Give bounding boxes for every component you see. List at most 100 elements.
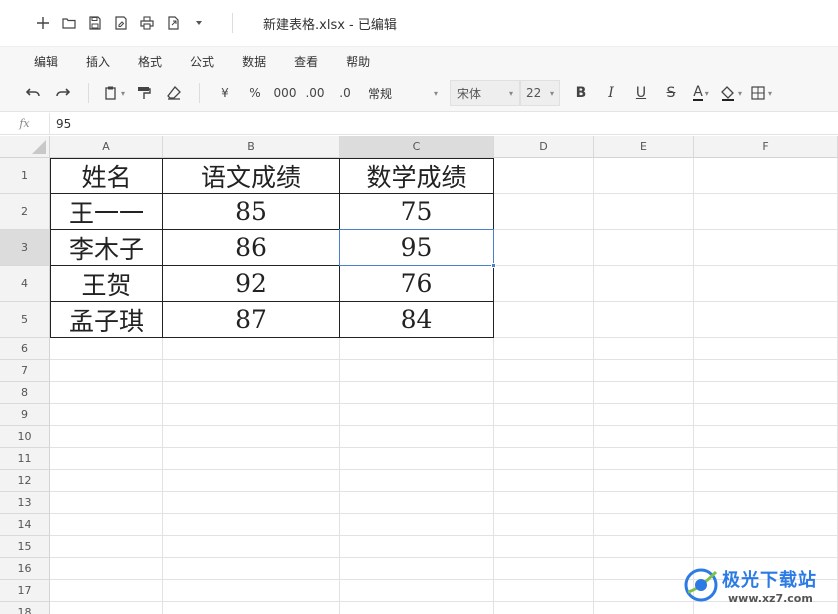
cell[interactable]	[594, 492, 694, 514]
cell[interactable]	[340, 404, 494, 426]
row-header-9[interactable]: 9	[0, 404, 50, 426]
cell[interactable]	[594, 382, 694, 404]
cell[interactable]	[494, 382, 594, 404]
row-header-14[interactable]: 14	[0, 514, 50, 536]
cell[interactable]	[50, 382, 163, 404]
cell[interactable]	[494, 492, 594, 514]
row-header-13[interactable]: 13	[0, 492, 50, 514]
format-painter-icon[interactable]	[131, 80, 157, 106]
table-header-cell[interactable]: 语文成绩	[163, 158, 340, 194]
cell[interactable]	[50, 602, 163, 614]
save-as-icon[interactable]	[108, 12, 134, 34]
cell[interactable]	[340, 426, 494, 448]
cell[interactable]	[340, 558, 494, 580]
redo-icon[interactable]	[50, 80, 76, 106]
decrease-decimal-button[interactable]: .0	[332, 80, 358, 106]
spreadsheet-grid[interactable]: A B C D E F 1 2 3 4 5 6 7 8 9 10 11 12 13 14 15 16 17 18 姓名 语文成绩数…	[0, 136, 838, 614]
fill-color-button[interactable]: ▾	[718, 80, 744, 106]
cell[interactable]	[163, 382, 340, 404]
cell[interactable]	[163, 558, 340, 580]
cell[interactable]	[494, 602, 594, 614]
cell[interactable]	[163, 580, 340, 602]
cell[interactable]	[594, 302, 694, 338]
cell[interactable]	[50, 558, 163, 580]
font-color-button[interactable]: A ▾	[688, 80, 714, 106]
cell[interactable]	[163, 338, 340, 360]
cell[interactable]	[50, 338, 163, 360]
table-cell[interactable]: 92	[163, 266, 340, 302]
cell[interactable]	[50, 580, 163, 602]
cell[interactable]	[694, 448, 838, 470]
row-header-11[interactable]: 11	[0, 448, 50, 470]
italic-button[interactable]: I	[598, 80, 624, 106]
export-icon[interactable]	[160, 12, 186, 34]
cell[interactable]	[594, 404, 694, 426]
font-family-select[interactable]: 宋体 ▾	[450, 80, 520, 106]
menu-item-insert[interactable]: 插入	[74, 53, 122, 70]
cell[interactable]	[163, 602, 340, 614]
thousands-button[interactable]: 000	[272, 80, 298, 106]
table-cell[interactable]: 孟子琪	[50, 302, 163, 338]
table-cell[interactable]: 76	[340, 266, 494, 302]
row-header-12[interactable]: 12	[0, 470, 50, 492]
cell[interactable]	[163, 470, 340, 492]
cell[interactable]	[163, 426, 340, 448]
cell[interactable]	[594, 470, 694, 492]
column-header-b[interactable]: B	[163, 136, 340, 158]
cell[interactable]	[494, 514, 594, 536]
table-header-cell[interactable]: 数学成绩	[340, 158, 494, 194]
cell[interactable]	[694, 194, 838, 230]
table-cell[interactable]: 84	[340, 302, 494, 338]
cell[interactable]	[163, 536, 340, 558]
cell[interactable]	[594, 514, 694, 536]
menu-item-help[interactable]: 帮助	[334, 53, 382, 70]
borders-button[interactable]: ▾	[748, 80, 774, 106]
row-header-5[interactable]: 5	[0, 302, 50, 338]
cell[interactable]	[50, 404, 163, 426]
menu-item-data[interactable]: 数据	[230, 53, 278, 70]
row-header-3[interactable]: 3	[0, 230, 50, 266]
cell[interactable]	[694, 470, 838, 492]
column-header-e[interactable]: E	[594, 136, 694, 158]
cell[interactable]	[594, 580, 694, 602]
cell[interactable]	[694, 266, 838, 302]
increase-decimal-button[interactable]: .00	[302, 80, 328, 106]
print-icon[interactable]	[134, 12, 160, 34]
cell[interactable]	[494, 470, 594, 492]
cell[interactable]	[50, 360, 163, 382]
cell[interactable]	[50, 536, 163, 558]
table-cell[interactable]: 75	[340, 194, 494, 230]
cell[interactable]	[594, 338, 694, 360]
cell[interactable]	[594, 194, 694, 230]
row-header-6[interactable]: 6	[0, 338, 50, 360]
cell[interactable]	[694, 158, 838, 194]
cell[interactable]	[594, 602, 694, 614]
table-cell[interactable]: 87	[163, 302, 340, 338]
cell[interactable]	[340, 580, 494, 602]
cell[interactable]	[494, 194, 594, 230]
column-header-c[interactable]: C	[340, 136, 494, 158]
row-header-8[interactable]: 8	[0, 382, 50, 404]
cell[interactable]	[494, 426, 594, 448]
table-cell[interactable]: 95	[340, 230, 494, 266]
row-header-15[interactable]: 15	[0, 536, 50, 558]
cell[interactable]	[340, 382, 494, 404]
percent-button[interactable]: %	[242, 80, 268, 106]
eraser-icon[interactable]	[161, 80, 187, 106]
cell[interactable]	[50, 426, 163, 448]
number-format-select[interactable]: 常规 ▾	[364, 80, 442, 106]
open-folder-icon[interactable]	[56, 12, 82, 34]
table-header-cell[interactable]: 姓名	[50, 158, 163, 194]
cell[interactable]	[340, 602, 494, 614]
save-icon[interactable]	[82, 12, 108, 34]
cell[interactable]	[494, 360, 594, 382]
strikethrough-button[interactable]: S	[658, 80, 684, 106]
menu-item-format[interactable]: 格式	[126, 53, 174, 70]
cell[interactable]	[163, 492, 340, 514]
cell[interactable]	[340, 448, 494, 470]
cell[interactable]	[340, 338, 494, 360]
cell[interactable]	[594, 230, 694, 266]
cell[interactable]	[694, 338, 838, 360]
more-caret-icon[interactable]	[186, 12, 212, 34]
new-icon[interactable]	[30, 12, 56, 34]
